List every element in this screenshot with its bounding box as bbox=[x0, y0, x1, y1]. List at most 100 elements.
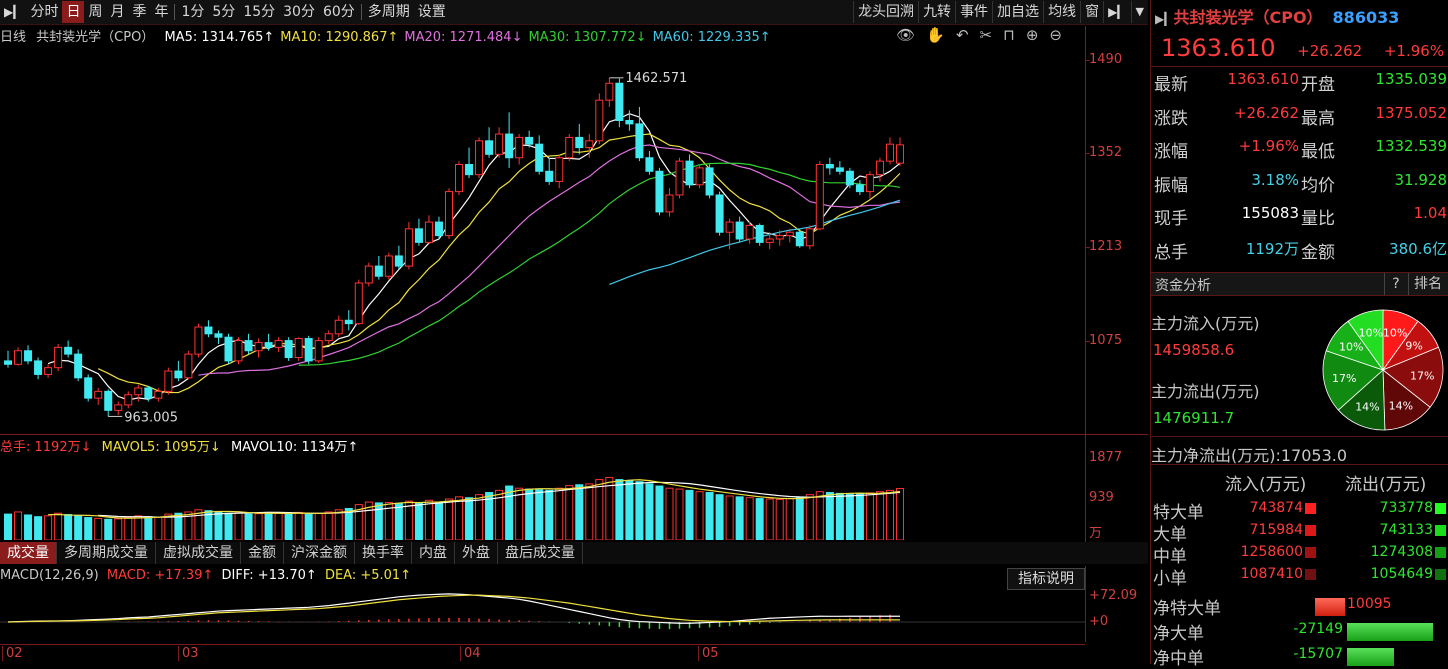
volume-bar bbox=[324, 511, 333, 540]
volume-bar bbox=[455, 496, 464, 540]
separator bbox=[1151, 464, 1448, 465]
undo-icon[interactable]: ↶ bbox=[956, 26, 974, 44]
volume-bar bbox=[825, 492, 834, 540]
lock-icon[interactable]: ⊓ bbox=[1003, 26, 1020, 44]
period-tab[interactable]: 年 bbox=[150, 1, 172, 23]
candle bbox=[645, 150, 654, 175]
volume-bar bbox=[304, 513, 313, 540]
candle bbox=[304, 335, 313, 365]
period-tab[interactable]: 月 bbox=[106, 1, 128, 23]
flow-out-value: 733778 bbox=[1379, 500, 1433, 516]
zoom-in-icon[interactable]: ⊕ bbox=[1026, 26, 1044, 44]
period-tab[interactable]: 30分 bbox=[279, 1, 319, 23]
toolbar-button[interactable]: 窗 bbox=[1080, 1, 1103, 23]
period-tab[interactable]: 日 bbox=[62, 1, 85, 23]
toolbar-button[interactable]: 加自选 bbox=[992, 1, 1043, 23]
indicator-help-button[interactable]: 指标说明 bbox=[1007, 568, 1085, 590]
ma-label: MA5: 1314.765↑ bbox=[164, 30, 275, 45]
volume-bar bbox=[194, 509, 203, 540]
indicator-tab[interactable]: 沪深金额 bbox=[284, 542, 355, 564]
volume-chart[interactable] bbox=[0, 454, 1085, 540]
candle bbox=[34, 357, 43, 380]
indicator-tab[interactable]: 外盘 bbox=[455, 542, 498, 564]
flow-in-swatch bbox=[1305, 569, 1316, 580]
volume-bar bbox=[595, 479, 604, 540]
volume-bar bbox=[505, 485, 514, 540]
volume-bar bbox=[444, 498, 453, 540]
zoom-out-icon[interactable]: ⊖ bbox=[1049, 26, 1067, 44]
back-icon[interactable]: ▶▎ bbox=[0, 1, 26, 23]
quote-label: 最高 bbox=[1301, 108, 1335, 129]
pie-label: 10% bbox=[1359, 326, 1383, 339]
candle bbox=[3, 350, 13, 368]
flow-in-value: 1087410 bbox=[1240, 566, 1303, 582]
indicator-tab[interactable]: 换手率 bbox=[355, 542, 412, 564]
candle bbox=[675, 157, 684, 199]
period-tab[interactable]: 15分 bbox=[239, 1, 279, 23]
period-tab[interactable]: 5分 bbox=[208, 1, 239, 23]
pie-label: 14% bbox=[1355, 400, 1379, 413]
volume-bar bbox=[585, 483, 594, 540]
help-button[interactable]: ? bbox=[1384, 273, 1407, 295]
toolbar-button[interactable]: 事件 bbox=[955, 1, 992, 23]
volume-bar bbox=[134, 515, 143, 540]
volume-bar bbox=[555, 487, 564, 540]
pin-icon[interactable]: ▶▎ bbox=[1155, 12, 1173, 26]
quote-value: +1.96% bbox=[1238, 137, 1299, 155]
toolbar-button[interactable]: 龙头回溯 bbox=[853, 1, 918, 23]
toolbar-button[interactable]: 均线 bbox=[1043, 1, 1080, 23]
volume-bar bbox=[24, 514, 33, 540]
indicator-tab[interactable]: 内盘 bbox=[412, 542, 455, 564]
candle bbox=[455, 161, 464, 195]
volume-bar bbox=[244, 513, 253, 540]
period-tab[interactable]: 多周期 bbox=[364, 1, 414, 23]
eye-icon[interactable]: 👁 bbox=[896, 26, 920, 44]
candle bbox=[294, 337, 303, 361]
flow-out-swatch bbox=[1435, 525, 1446, 536]
tick-mark bbox=[1086, 59, 1090, 61]
ma-label: MA30: 1307.772↓ bbox=[528, 30, 647, 45]
indicator-tab[interactable]: 虚拟成交量 bbox=[156, 542, 241, 564]
chart-tool-icons[interactable]: 👁 ✋ ↶ ✂ ⊓ ⊕ ⊖ bbox=[896, 26, 1073, 44]
hand-icon[interactable]: ✋ bbox=[926, 26, 950, 44]
scissors-icon[interactable]: ✂ bbox=[980, 26, 998, 44]
volume-bar bbox=[234, 512, 243, 540]
dropdown-icon[interactable]: ▼ bbox=[1130, 1, 1148, 23]
period-tab[interactable]: 分时 bbox=[26, 1, 62, 23]
flow-in-swatch bbox=[1305, 525, 1316, 536]
indicator-tab[interactable]: 盘后成交量 bbox=[498, 542, 583, 564]
candle bbox=[354, 279, 363, 326]
volume-bar bbox=[715, 494, 724, 540]
toolbar-button[interactable]: 九转 bbox=[918, 1, 955, 23]
volume-bar bbox=[725, 495, 734, 540]
net-bar-negative bbox=[1347, 648, 1394, 666]
net-outflow-label: 主力净流出(万元):17053.0 bbox=[1151, 446, 1348, 465]
period-label: 日线 bbox=[0, 30, 27, 45]
indicator-tab[interactable]: 多周期成交量 bbox=[57, 542, 156, 564]
period-tab[interactable]: 周 bbox=[84, 1, 106, 23]
volume-bar bbox=[374, 502, 383, 540]
volume-bar bbox=[14, 511, 23, 540]
tick-mark bbox=[1086, 152, 1090, 154]
macd-chart[interactable] bbox=[0, 590, 1085, 642]
candle bbox=[895, 137, 905, 166]
volume-bar bbox=[805, 494, 814, 540]
quote-label: 量比 bbox=[1301, 209, 1335, 229]
period-tab[interactable]: 1分 bbox=[177, 1, 208, 23]
rank-button[interactable]: 排名 bbox=[1408, 273, 1447, 295]
volume-bar bbox=[565, 485, 574, 540]
period-tab[interactable]: 季 bbox=[128, 1, 150, 23]
candle bbox=[565, 134, 574, 162]
period-tab[interactable]: 60分 bbox=[319, 1, 359, 23]
candle bbox=[274, 337, 283, 353]
quote-value: 31.928 bbox=[1394, 170, 1448, 189]
period-selector: 分时日周月季年 1分 5分 15分 30分 60分 多周期 设置 bbox=[26, 1, 449, 23]
period-tab[interactable]: 设置 bbox=[414, 1, 450, 23]
net-bar-positive bbox=[1315, 598, 1345, 616]
indicator-tab[interactable]: 成交量 bbox=[0, 542, 57, 564]
expand-icon[interactable]: ▶▎ bbox=[1103, 1, 1130, 23]
indicator-tab[interactable]: 金额 bbox=[241, 542, 284, 564]
price-tick: 1075 bbox=[1089, 332, 1123, 348]
candlestick-chart[interactable]: 1462.571 963.005 bbox=[0, 46, 1085, 432]
quote-value: 1335.039 bbox=[1375, 70, 1447, 88]
